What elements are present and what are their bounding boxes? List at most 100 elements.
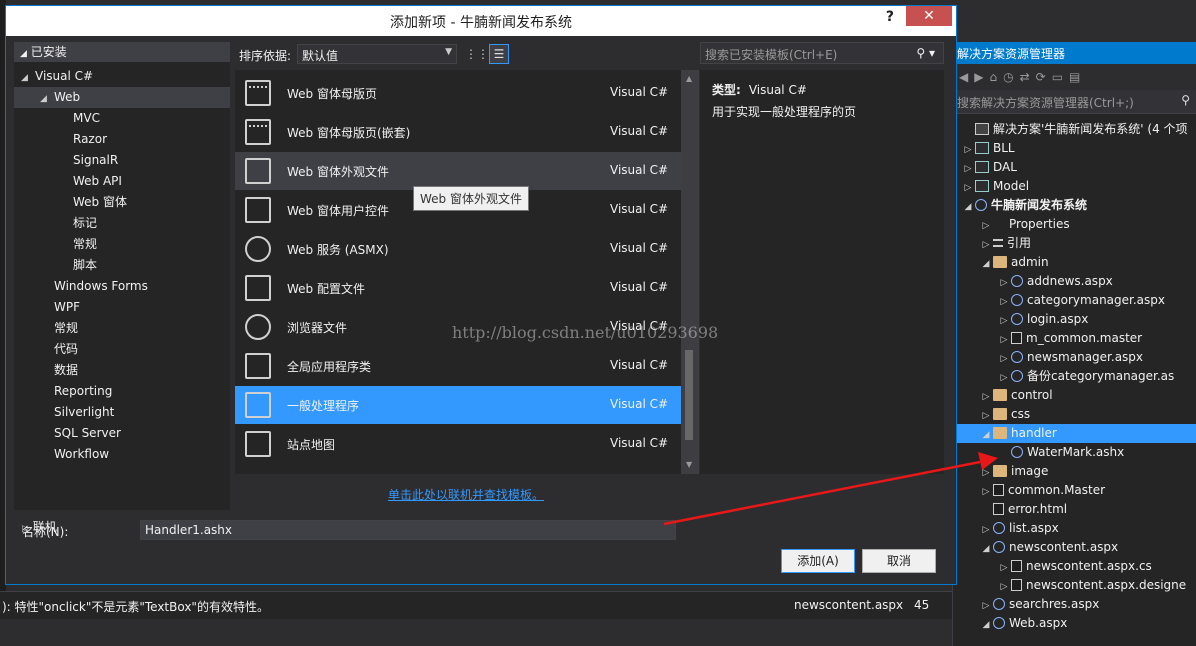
template-item[interactable]: 全局应用程序类 Visual C# xyxy=(235,347,681,385)
category-item[interactable]: Workflow xyxy=(14,444,230,465)
solution-tree-item[interactable]: ▷ Model xyxy=(953,177,1196,196)
scroll-down-icon[interactable]: ▼ xyxy=(686,460,692,469)
category-item[interactable]: 代码 xyxy=(14,339,230,360)
refresh-icon[interactable]: ⟳ xyxy=(1036,70,1046,84)
list-view-icon[interactable]: ☰ xyxy=(489,44,509,64)
category-label: 标记 xyxy=(73,216,98,230)
solution-explorer: 解决方案资源管理器 ◀ ▶ ⌂ ◷ ⇄ ⟳ ▭ ▤ 搜索解决方案资源管理器(Ct… xyxy=(952,42,1196,646)
template-item[interactable]: Web 窗体母版页(嵌套) Visual C# xyxy=(235,113,681,151)
name-input[interactable] xyxy=(140,520,676,540)
solution-tree-item[interactable]: 解决方案'牛腩新闻发布系统' (4 个项 xyxy=(953,120,1196,139)
solution-tree-item[interactable]: ▷ css xyxy=(953,405,1196,424)
scroll-up-icon[interactable]: ▲ xyxy=(686,74,692,83)
category-label: Web 窗体 xyxy=(73,195,127,209)
solution-tree-item[interactable]: ◢ handler xyxy=(953,424,1196,443)
add-button[interactable]: 添加(A) xyxy=(781,549,855,573)
solution-tree-item[interactable]: ◢ admin xyxy=(953,253,1196,272)
search-icon[interactable]: ⚲ ▾ xyxy=(916,46,935,60)
category-item[interactable]: 常规 xyxy=(14,318,230,339)
solution-tree-item[interactable]: ▷ BLL xyxy=(953,139,1196,158)
category-item[interactable]: Windows Forms xyxy=(14,276,230,297)
category-item[interactable]: 标记 xyxy=(14,213,230,234)
home-icon[interactable]: ⌂ xyxy=(989,70,997,84)
category-item[interactable]: WPF xyxy=(14,297,230,318)
solution-tree-item[interactable]: ▷ m_common.master xyxy=(953,329,1196,348)
solution-tree-item[interactable]: ▷ common.Master xyxy=(953,481,1196,500)
close-button[interactable]: ✕ xyxy=(906,6,952,26)
grid-view-icon[interactable]: ⋮⋮⋮ xyxy=(465,44,501,64)
template-search-input[interactable]: 搜索已安装模板(Ctrl+E) ⚲ ▾ xyxy=(700,42,944,64)
solution-explorer-title[interactable]: 解决方案资源管理器 xyxy=(953,42,1196,64)
solution-tree-item[interactable]: ◢ 牛腩新闻发布系统 xyxy=(953,196,1196,215)
category-item[interactable]: ◢ Visual C# xyxy=(14,66,230,87)
solution-tree-item[interactable]: ▷ newsmanager.aspx xyxy=(953,348,1196,367)
expand-arrow-icon[interactable]: ◢ xyxy=(20,49,27,59)
online-templates-link[interactable]: 单击此处以联机并查找模板。 xyxy=(388,486,544,503)
solution-tree-item[interactable]: ◢ Web.aspx xyxy=(953,614,1196,633)
web-page-icon xyxy=(993,540,1005,553)
template-item[interactable]: Web 窗体外观文件 Visual C# xyxy=(235,152,681,190)
sort-dropdown[interactable]: 默认值 ▼ xyxy=(297,44,457,64)
solution-tree-item[interactable]: ▷ 引用 xyxy=(953,234,1196,253)
forward-icon[interactable]: ▶ xyxy=(974,70,983,84)
solution-item-label: Properties xyxy=(1009,217,1070,231)
solution-tree-item[interactable]: WaterMark.ashx xyxy=(953,443,1196,462)
category-label: 脚本 xyxy=(73,258,98,272)
category-item[interactable]: Web API xyxy=(14,171,230,192)
category-item[interactable]: Silverlight xyxy=(14,402,230,423)
template-name: Web 配置文件 xyxy=(287,282,365,296)
expand-arrow-icon[interactable]: ◢ xyxy=(979,616,993,635)
solution-tree-item[interactable]: ▷ addnews.aspx xyxy=(953,272,1196,291)
solution-tree-item[interactable]: ▷ list.aspx xyxy=(953,519,1196,538)
solution-tree-item[interactable]: ▷ 备份categorymanager.as xyxy=(953,367,1196,386)
solution-tree-item[interactable]: ▷ login.aspx xyxy=(953,310,1196,329)
show-all-files-icon[interactable]: ▤ xyxy=(1069,70,1080,84)
category-item[interactable]: SignalR xyxy=(14,150,230,171)
expand-arrow-icon[interactable]: ◢ xyxy=(40,89,54,110)
category-item[interactable]: 数据 xyxy=(14,360,230,381)
solution-tree-item[interactable]: ▷ image xyxy=(953,462,1196,481)
category-item[interactable]: Reporting xyxy=(14,381,230,402)
wrench-icon xyxy=(993,218,1005,230)
help-button[interactable]: ? xyxy=(886,9,894,25)
category-item[interactable]: 脚本 xyxy=(14,255,230,276)
solution-tree-item[interactable]: ▷ DAL xyxy=(953,158,1196,177)
solution-tree-item[interactable]: ▷ Properties xyxy=(953,215,1196,234)
category-item[interactable]: SQL Server xyxy=(14,423,230,444)
error-list-row[interactable]: ): 特性"onclick"不是元素"TextBox"的有效特性。 newsco… xyxy=(0,591,952,619)
history-icon[interactable]: ◷ xyxy=(1003,70,1013,84)
cancel-button[interactable]: 取消 xyxy=(862,549,936,573)
solution-tree-item[interactable]: ▷ categorymanager.aspx xyxy=(953,291,1196,310)
scroll-thumb[interactable] xyxy=(685,350,693,440)
template-item[interactable]: Web 服务 (ASMX) Visual C# xyxy=(235,230,681,268)
category-label: WPF xyxy=(54,300,81,314)
solution-tree-item[interactable]: ▷ searchres.aspx xyxy=(953,595,1196,614)
solution-search-input[interactable]: 搜索解决方案资源管理器(Ctrl+;) ⚲ xyxy=(953,90,1196,114)
collapse-icon[interactable]: ▭ xyxy=(1052,70,1063,84)
template-item[interactable]: 站点地图 Visual C# xyxy=(235,425,681,463)
solution-tree-item[interactable]: ▷ newscontent.aspx.designe xyxy=(953,576,1196,595)
category-item[interactable]: Razor xyxy=(14,129,230,150)
search-icon[interactable]: ⚲ xyxy=(1181,93,1190,107)
category-item[interactable]: 常规 xyxy=(14,234,230,255)
dialog-titlebar[interactable]: 添加新项 - 牛腩新闻发布系统 ? ✕ xyxy=(6,6,956,36)
solution-item-label: list.aspx xyxy=(1009,521,1059,535)
expand-arrow-icon[interactable]: ◢ xyxy=(21,68,35,89)
template-category-pane: ◢ 已安装 ◢ Visual C# ◢ Web MVC Razor SignalR Web A… xyxy=(14,42,230,534)
installed-header[interactable]: ◢ 已安装 xyxy=(14,42,230,62)
solution-tree-item[interactable]: ◢ newscontent.aspx xyxy=(953,538,1196,557)
installed-label: 已安装 xyxy=(30,45,67,59)
template-item[interactable]: 一般处理程序 Visual C# xyxy=(235,386,681,424)
solution-tree-item[interactable]: ▷ control xyxy=(953,386,1196,405)
back-icon[interactable]: ◀ xyxy=(959,70,968,84)
template-list-scrollbar[interactable]: ▲ ▼ xyxy=(681,70,699,474)
category-item[interactable]: ◢ Web xyxy=(14,87,230,108)
sync-icon[interactable]: ⇄ xyxy=(1020,70,1030,84)
solution-tree-item[interactable]: ▷ newscontent.aspx.cs xyxy=(953,557,1196,576)
solution-tree-item[interactable]: error.html xyxy=(953,500,1196,519)
template-item[interactable]: Web 窗体母版页 Visual C# xyxy=(235,74,681,112)
template-tooltip: Web 窗体外观文件 xyxy=(413,186,529,211)
category-item[interactable]: Web 窗体 xyxy=(14,192,230,213)
category-item[interactable]: MVC xyxy=(14,108,230,129)
template-item[interactable]: Web 配置文件 Visual C# xyxy=(235,269,681,307)
